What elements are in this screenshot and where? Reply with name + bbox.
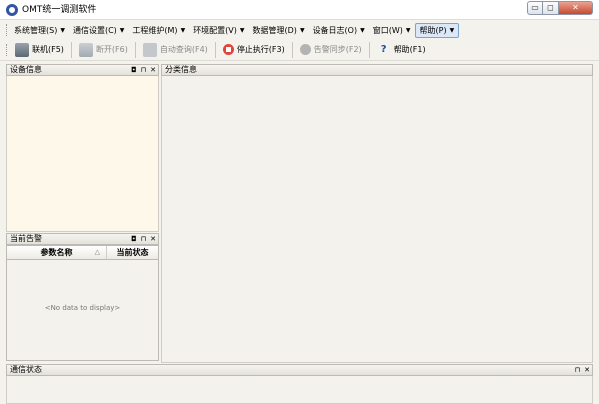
menu-comm-settings[interactable]: 通信设置(C) ▼ [69,23,128,38]
dropdown-arrow-icon: ▼ [360,26,365,34]
dropdown-arrow-icon: ▼ [299,26,305,34]
close-icon: ✕ [572,3,579,12]
alarm-table-header: 参数名称 △ 当前状态 [7,246,158,260]
column-header-current-status[interactable]: 当前状态 [107,246,158,259]
window-title: OMT统一调测软件 [22,5,97,15]
dropdown-arrow-icon: ▼ [449,26,455,34]
menu-label: 帮助(P) [419,25,447,35]
menu-grip[interactable] [6,24,8,36]
menu-label: 通信设置(C) [72,25,117,35]
menu-environment[interactable]: 环境配置(V) ▼ [189,23,248,38]
menu-label: 设备日志(O) [312,25,358,35]
dropdown-arrow-icon: ▼ [239,26,245,34]
class-info-panel[interactable] [161,76,593,363]
menu-label: 系统管理(S) [14,25,58,35]
comm-status-panel[interactable] [6,376,593,404]
menu-data[interactable]: 数据管理(D) ▼ [249,23,309,38]
device-info-header: 设备信息 ◘ ⊓ ✕ [6,64,159,76]
menu-system[interactable]: 系统管理(S) ▼ [10,23,69,38]
column-label: 参数名称 [40,248,73,257]
close-icon[interactable]: ✕ [150,234,156,244]
window-controls: ▭ ◻ ✕ [527,1,593,15]
menu-window[interactable]: 窗口(W) ▼ [369,23,415,38]
menu-maintenance[interactable]: 工程维护(M) ▼ [128,23,189,38]
connect-button[interactable]: 联机(F5) [10,41,69,59]
close-button[interactable]: ✕ [559,1,593,15]
dropdown-arrow-icon: ▼ [60,26,65,34]
toolbar-separator [134,41,136,58]
connect-label: 联机(F5) [32,45,64,54]
column-header-param-name[interactable]: 参数名称 △ [7,246,107,259]
sort-indicator-icon: △ [94,248,100,256]
toolbar-grip[interactable] [6,43,8,56]
device-info-panel[interactable] [6,76,159,232]
current-alarm-header: 当前告警 ◘ ⊓ ✕ [6,233,159,245]
dropdown-arrow-icon: ▼ [405,26,411,34]
sync-icon [299,44,311,55]
help-button[interactable]: ? 帮助(F1) [372,41,431,59]
float-icon[interactable]: ◘ [131,65,137,75]
dropdown-arrow-icon: ▼ [180,26,186,34]
empty-table-message: <No data to display> [44,304,121,312]
auto-query-label: 自动查询(F4) [159,45,208,54]
alarm-sync-button[interactable]: 告警同步(F2) [295,41,367,59]
toolbar: 联机(F5) 断开(F6) 自动查询(F4) 停止执行(F3) 告警同步(F2)… [0,39,599,61]
restore-icon: ◻ [547,3,554,12]
menu-bar: 系统管理(S) ▼ 通信设置(C) ▼ 工程维护(M) ▼ 环境配置(V) ▼ 数据管理… [0,21,599,39]
comm-status-header: 通信状态 ⊓ ✕ [6,364,593,376]
device-info-title: 设备信息 [10,65,42,74]
disconnect-label: 断开(F6) [95,45,128,54]
panel-controls: ⊓ ✕ [575,365,590,375]
menu-help[interactable]: 帮助(P) ▼ [414,22,460,38]
pin-icon[interactable]: ⊓ [141,65,146,75]
alarm-table[interactable]: 参数名称 △ 当前状态 <No data to display> [6,245,159,361]
toolbar-separator [368,41,370,58]
menu-device-log[interactable]: 设备日志(O) ▼ [309,23,369,38]
current-alarm-title: 当前告警 [10,234,42,243]
float-icon[interactable]: ◘ [131,234,137,244]
connect-icon [15,42,29,57]
panel-controls: ◘ ⊓ ✕ [131,65,156,75]
close-icon[interactable]: ✕ [584,365,590,375]
auto-query-icon [142,42,157,57]
comm-status-title: 通信状态 [10,365,42,374]
auto-query-button[interactable]: 自动查询(F4) [138,41,213,59]
stop-label: 停止执行(F3) [236,45,285,54]
help-label: 帮助(F1) [393,45,426,54]
close-icon[interactable]: ✕ [150,65,156,75]
class-info-title: 分类信息 [165,65,197,74]
menu-label: 环境配置(V) [193,25,237,35]
minimize-icon: ▭ [531,3,539,12]
class-info-header: 分类信息 [161,64,593,76]
panel-controls: ◘ ⊓ ✕ [131,234,156,244]
toolbar-separator [214,41,216,58]
minimize-button[interactable]: ▭ [527,1,543,15]
app-icon [6,4,18,16]
toolbar-separator [70,41,72,58]
pin-icon[interactable]: ⊓ [141,234,146,244]
help-pointer-icon: ? [380,43,387,55]
disconnect-button[interactable]: 断开(F6) [74,41,133,59]
dropdown-arrow-icon: ▼ [119,26,125,34]
stop-button[interactable]: 停止执行(F3) [218,41,290,59]
menu-label: 数据管理(D) [252,25,297,35]
pin-icon[interactable]: ⊓ [575,365,580,375]
disconnect-icon [78,42,93,57]
restore-button[interactable]: ◻ [543,1,559,15]
alarm-sync-label: 告警同步(F2) [313,45,362,54]
column-label: 当前状态 [116,248,149,257]
title-bar: OMT统一调测软件 ▭ ◻ ✕ [0,0,599,20]
menu-label: 工程维护(M) [132,25,178,35]
menu-label: 窗口(W) [372,25,403,35]
toolbar-separator [291,41,293,58]
stop-icon [222,44,234,55]
